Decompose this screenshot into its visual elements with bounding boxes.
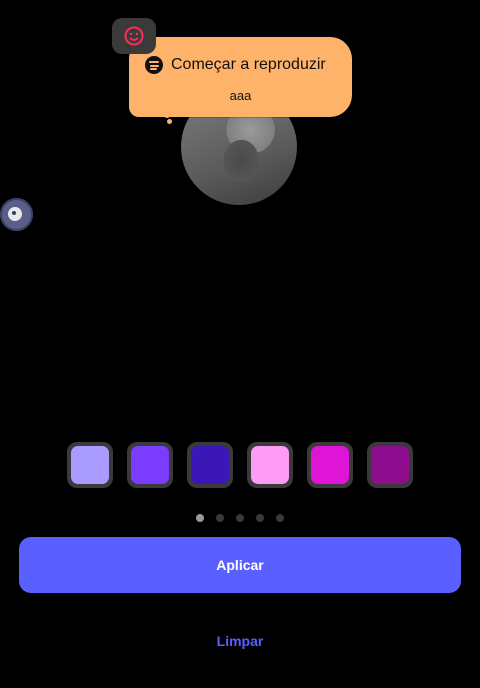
page-dot-4[interactable] [256, 514, 264, 522]
eye-icon [8, 207, 22, 221]
clear-link[interactable]: Limpar [190, 628, 290, 654]
spotify-icon [145, 56, 163, 74]
color-swatch-purple[interactable] [367, 442, 413, 488]
now-playing-tooltip[interactable]: Começar a reproduzir aaa [129, 37, 352, 117]
tooltip-tail-dot [167, 119, 172, 124]
tooltip-title: Começar a reproduzir [171, 56, 326, 73]
swatch-fill [191, 446, 229, 484]
emoji-icon [124, 26, 144, 46]
color-swatch-pink[interactable] [247, 442, 293, 488]
page-dot-2[interactable] [216, 514, 224, 522]
swatch-fill [371, 446, 409, 484]
color-swatch-violet[interactable] [127, 442, 173, 488]
page-dot-3[interactable] [236, 514, 244, 522]
color-swatch-lavender[interactable] [67, 442, 113, 488]
page-dot-1[interactable] [196, 514, 204, 522]
swatch-fill [131, 446, 169, 484]
emoji-badge[interactable] [112, 18, 156, 54]
color-swatch-indigo[interactable] [187, 442, 233, 488]
page-dot-5[interactable] [276, 514, 284, 522]
tooltip-tail-dot [164, 112, 170, 118]
swatch-fill [311, 446, 349, 484]
floating-assistant-button[interactable] [0, 198, 33, 231]
tooltip-subtitle: aaa [229, 88, 252, 103]
swatch-fill [71, 446, 109, 484]
color-swatch-magenta[interactable] [307, 442, 353, 488]
apply-button[interactable]: Aplicar [19, 537, 461, 593]
swatch-fill [251, 446, 289, 484]
